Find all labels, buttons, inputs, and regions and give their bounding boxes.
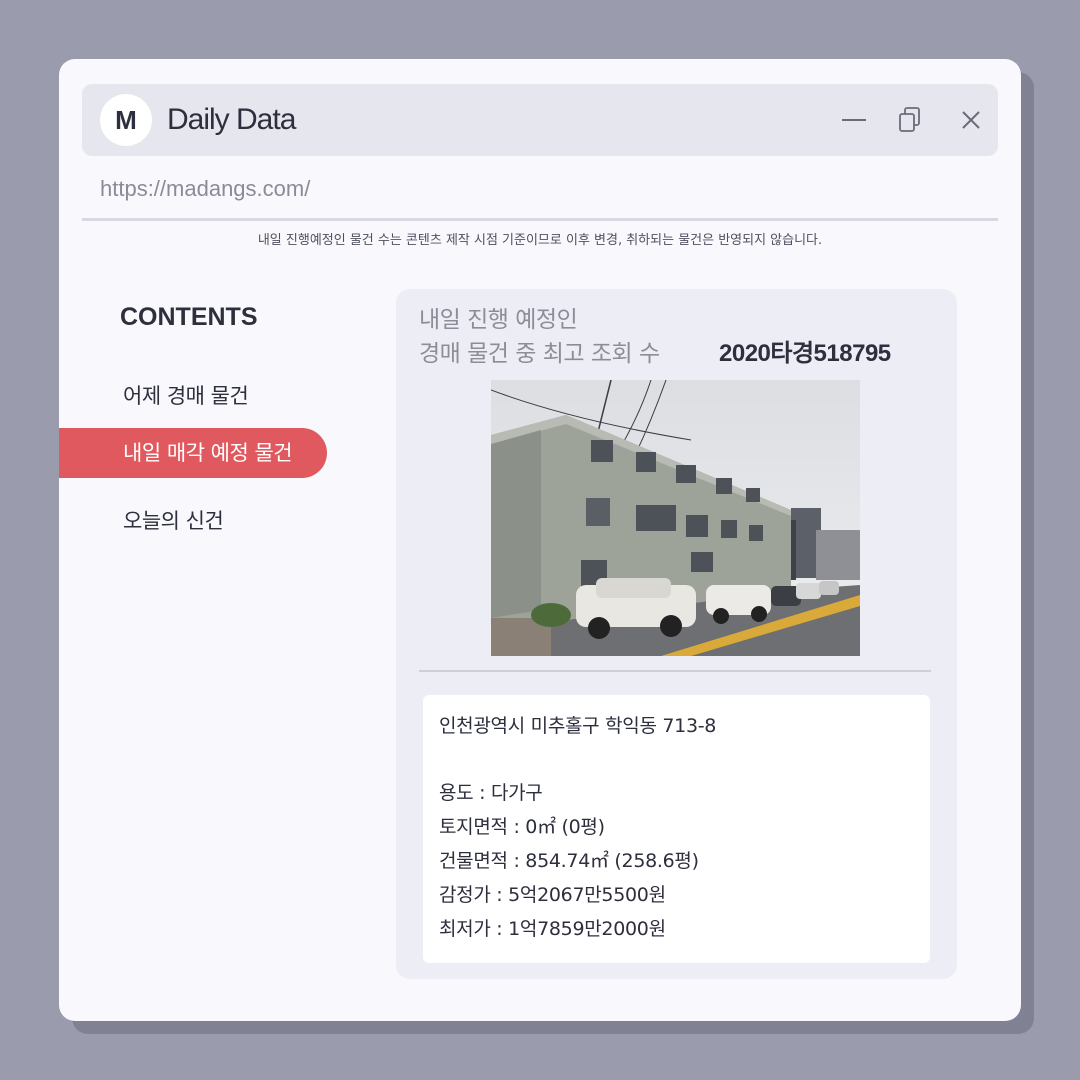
sidebar-item-today-new[interactable]: 오늘의 신건 [123, 505, 224, 535]
restore-icon [899, 107, 920, 132]
property-minimum-price: 최저가 : 1억7859만2000원 [439, 918, 666, 940]
restore-button[interactable] [894, 104, 926, 136]
minimize-icon [842, 119, 866, 121]
property-building-area: 건물면적 : 854.74㎡ (258.6평) [439, 850, 699, 872]
app-window: M Daily Data https://madangs.com/ 내일 진행예… [59, 59, 1021, 1021]
sidebar-item-label: 내일 매각 예정 물건 [123, 441, 293, 465]
close-button[interactable] [955, 104, 987, 136]
address-bar-underline [82, 218, 998, 221]
app-logo: M [100, 94, 152, 146]
building-photo-image [491, 380, 860, 656]
close-icon [962, 111, 980, 129]
featured-property-card: 내일 진행 예정인 경매 물건 중 최고 조회 수 2020타경518795 인… [396, 289, 957, 979]
address-bar-url[interactable]: https://madangs.com/ [100, 176, 310, 202]
property-appraisal-price: 감정가 : 5억2067만5500원 [439, 884, 666, 906]
title-bar: M Daily Data [82, 84, 998, 156]
minimize-button[interactable] [838, 104, 870, 136]
property-info-box: 인천광역시 미추홀구 학익동 713-8 용도 : 다가구 토지면적 : 0㎡ … [423, 695, 930, 963]
card-title-line1: 내일 진행 예정인 [419, 307, 578, 333]
property-address: 인천광역시 미추홀구 학익동 713-8 [439, 715, 717, 737]
app-title: Daily Data [167, 103, 296, 136]
property-land-area: 토지면적 : 0㎡ (0평) [439, 816, 605, 838]
sidebar-item-yesterday-auctions[interactable]: 어제 경매 물건 [123, 380, 249, 410]
card-title-line2: 경매 물건 중 최고 조회 수 [419, 341, 660, 367]
property-usage: 용도 : 다가구 [439, 782, 543, 804]
notice-text: 내일 진행예정인 물건 수는 콘텐츠 제작 시점 기준이므로 이후 변경, 취하… [257, 233, 823, 248]
property-photo[interactable] [491, 380, 860, 656]
card-title: 내일 진행 예정인 경매 물건 중 최고 조회 수 [419, 303, 660, 371]
sidebar-heading: CONTENTS [120, 303, 258, 331]
case-number: 2020타경518795 [719, 340, 891, 367]
card-divider [419, 670, 931, 672]
sidebar-item-tomorrow-sales[interactable]: 내일 매각 예정 물건 [59, 428, 327, 478]
